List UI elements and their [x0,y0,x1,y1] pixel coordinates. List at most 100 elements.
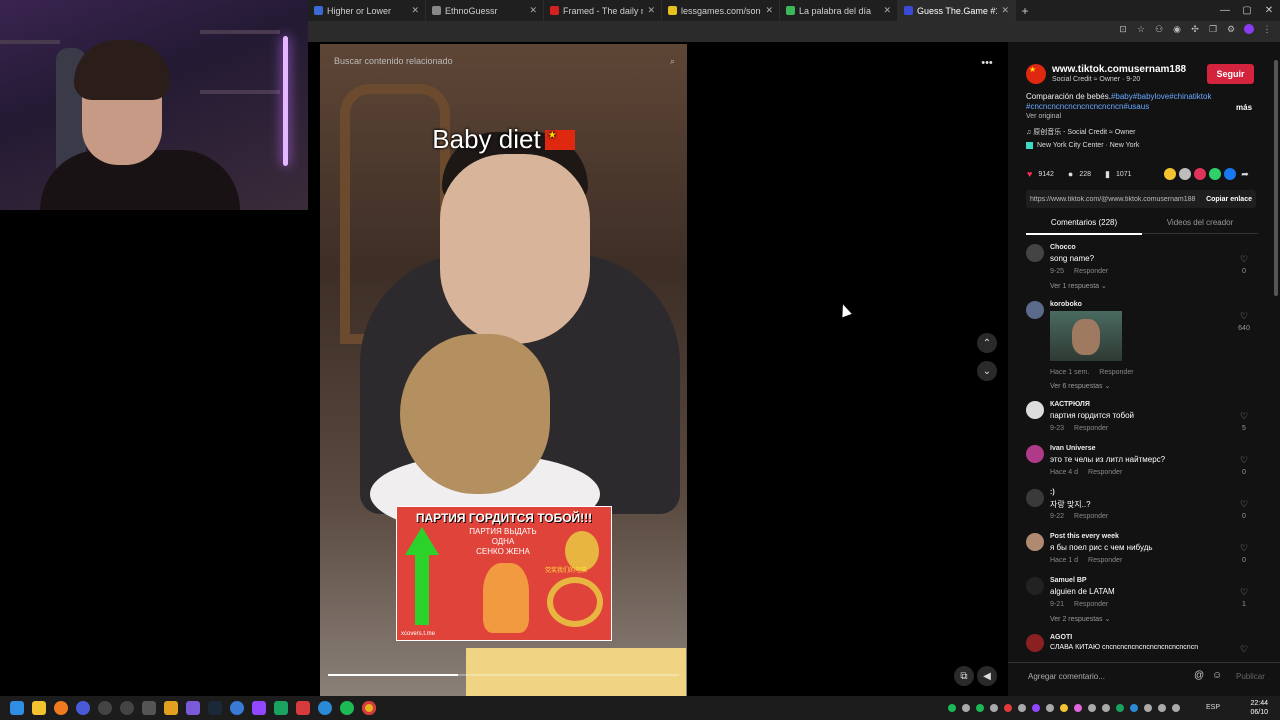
tray-icon[interactable] [1060,704,1068,712]
music-label[interactable]: ♫ 原创音乐 - Social Credit ≈ Owner [1026,127,1135,137]
view-replies-link[interactable]: Ver 1 respuesta ⌄ [1050,282,1107,290]
share-facebook-icon[interactable] [1224,168,1236,180]
twitch-icon[interactable] [252,701,266,715]
commenter-avatar[interactable] [1026,533,1044,551]
comment-like-icon[interactable]: ♡ [1238,455,1250,466]
comment-like-icon[interactable]: ♡ [1238,499,1250,510]
tab-comments[interactable]: Comentarios (228) [1026,218,1142,235]
reply-button[interactable]: Responder [1074,425,1108,432]
share-embed-icon[interactable] [1164,168,1176,180]
mention-icon[interactable]: @ [1194,670,1204,681]
reply-button[interactable]: Responder [1088,557,1122,564]
view-replies-link[interactable]: Ver 2 respuestas ⌄ [1050,615,1110,623]
comment-like-icon[interactable]: ♡ [1238,411,1250,422]
tray-icon[interactable] [1158,704,1166,712]
tray-icon[interactable] [976,704,984,712]
tab-creator-videos[interactable]: Videos del creador [1142,218,1258,227]
system-clock[interactable]: 22:44 06/10 [1250,699,1268,717]
app-icon[interactable] [120,701,134,715]
view-replies-link[interactable]: Ver 6 respuestas ⌄ [1050,382,1110,390]
bookmark-icon[interactable]: ❐ [1208,24,1218,34]
share-whatsapp-icon[interactable] [1209,168,1221,180]
share-app-icon[interactable] [1194,168,1206,180]
tray-icon[interactable] [1074,704,1082,712]
browser-tab[interactable]: Higher or Lower ✕ [308,0,426,21]
reply-button[interactable]: Responder [1099,369,1133,376]
reply-button[interactable]: Responder [1074,513,1108,520]
app-icon[interactable] [76,701,90,715]
browser-tab[interactable]: Framed - The daily movie guess ✕ [544,0,662,21]
search-icon[interactable]: ⌕ [670,56,675,67]
commenter-avatar[interactable] [1026,489,1044,507]
reply-button[interactable]: Responder [1074,601,1108,608]
comment-stat[interactable]: ● 228 [1068,169,1091,179]
commenter-avatar[interactable] [1026,301,1044,319]
author-name[interactable]: www.tiktok.comusernam188 [1052,64,1186,75]
extension-icon[interactable]: ⚙ [1226,24,1236,34]
browser-tab[interactable]: lessgames.com/songless ✕ [662,0,780,21]
see-original-link[interactable]: Ver original [1026,113,1061,120]
commenter-name[interactable]: КАСТРЮЛЯ [1050,401,1090,408]
maximize-button[interactable]: ▢ [1236,5,1258,16]
follow-button[interactable]: Seguir [1207,64,1254,84]
app-icon[interactable] [142,701,156,715]
commenter-avatar[interactable] [1026,244,1044,262]
tray-icon[interactable] [1088,704,1096,712]
video-progress-bar[interactable] [328,674,679,676]
tray-icon[interactable] [1046,704,1054,712]
windows-start-icon[interactable] [10,701,24,715]
file-explorer-icon[interactable] [32,701,46,715]
browser-tab-active[interactable]: Guess The.Game #1241 ✕ [898,0,1016,21]
comment-like-icon[interactable]: ♡ [1238,254,1250,265]
more-description-link[interactable]: más [1236,103,1252,112]
commenter-avatar[interactable] [1026,634,1044,652]
location-label[interactable]: New York City Center · New York [1026,142,1139,149]
spotify-icon[interactable] [340,701,354,715]
tray-icon[interactable] [962,704,970,712]
next-video-button[interactable]: ⌄ [977,361,997,381]
tray-icon[interactable] [1130,704,1138,712]
tray-icon[interactable] [1144,704,1152,712]
like-stat[interactable]: ♥ 9142 [1027,169,1054,179]
app-icon[interactable] [230,701,244,715]
commenter-name[interactable]: Samuel BP [1050,577,1087,584]
app-icon[interactable] [318,701,332,715]
comment-input[interactable]: Agregar comentario... [1028,672,1105,681]
app-icon[interactable] [186,701,200,715]
close-icon[interactable]: ✕ [765,5,773,16]
post-link[interactable]: https://www.tiktok.com/@www.tiktok.comus… [1030,196,1206,203]
comment-like-icon[interactable]: ♡ [1238,644,1250,655]
close-icon[interactable]: ✕ [529,5,537,16]
menu-icon[interactable]: ⋮ [1262,24,1272,34]
comment-like-icon[interactable]: ♡ [1238,311,1250,322]
close-window-button[interactable]: ✕ [1258,5,1280,16]
emoji-icon[interactable]: ☺ [1212,670,1222,681]
install-icon[interactable]: ⊡ [1118,24,1128,34]
author-avatar[interactable] [1026,64,1046,84]
save-stat[interactable]: ▮ 1071 [1105,169,1132,180]
commenter-avatar[interactable] [1026,577,1044,595]
picture-in-picture-button[interactable]: ⧉ [954,666,974,686]
tray-icon[interactable] [948,704,956,712]
app-icon[interactable] [98,701,112,715]
reply-button[interactable]: Responder [1074,268,1108,275]
commenter-name[interactable]: AGOTI [1050,634,1072,641]
app-icon[interactable] [164,701,178,715]
tray-icon[interactable] [990,704,998,712]
tray-icon[interactable] [1018,704,1026,712]
commenter-avatar[interactable] [1026,401,1044,419]
tray-icon[interactable] [1172,704,1180,712]
share-friends-icon[interactable] [1179,168,1191,180]
previous-video-button[interactable]: ⌃ [977,333,997,353]
commenter-avatar[interactable] [1026,445,1044,463]
video-search-bar[interactable]: Buscar contenido relacionado ⌕ [334,56,675,67]
close-icon[interactable]: ✕ [411,5,419,16]
new-tab-button[interactable]: + [1016,4,1034,18]
publish-button[interactable]: Publicar [1236,672,1265,681]
commenter-name[interactable]: Post this every week [1050,533,1119,540]
commenter-name[interactable]: Ivan Universe [1050,445,1096,452]
minimize-button[interactable]: — [1214,5,1236,16]
app-icon[interactable] [296,701,310,715]
app-icon[interactable] [274,701,288,715]
browser-tab[interactable]: EthnoGuessr ✕ [426,0,544,21]
